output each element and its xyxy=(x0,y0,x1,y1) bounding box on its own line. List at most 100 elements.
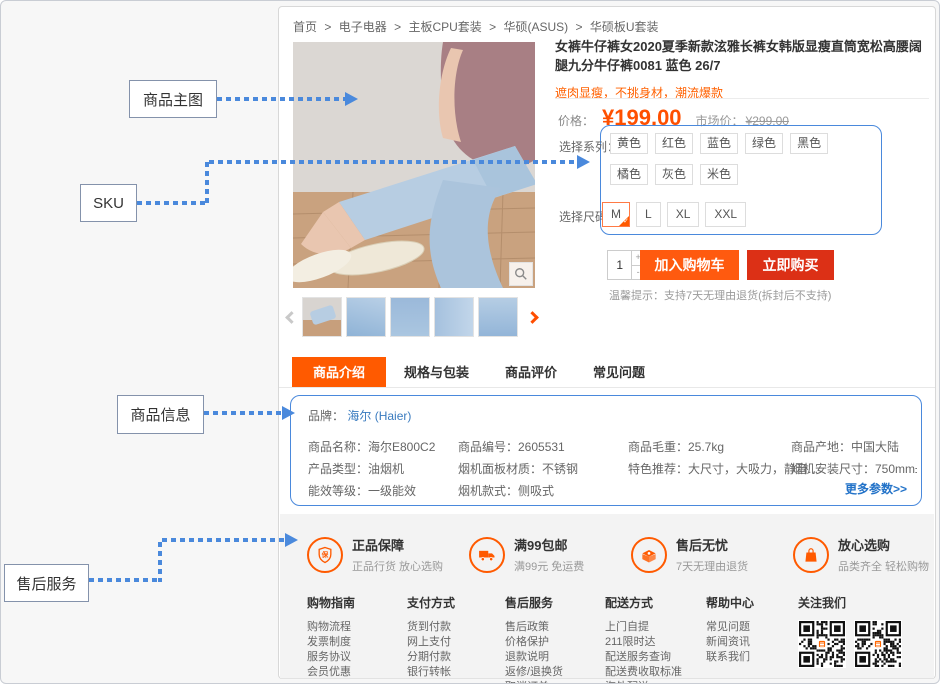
series-option-green[interactable]: 绿色 xyxy=(745,133,783,154)
footer-column-title: 配送方式 xyxy=(605,594,682,611)
qr-code xyxy=(798,620,846,668)
thumbs-next-icon[interactable] xyxy=(526,311,539,324)
footer-link[interactable]: 常见问题 xyxy=(706,620,754,635)
footer-column-delivery: 配送方式 上门自提 211限时达 配送服务查询 配送费收取标准 海外配送 xyxy=(605,594,682,684)
quantity-input[interactable]: 1 xyxy=(608,251,631,279)
size-options: M L XL XXL xyxy=(602,202,746,227)
footer-column-help: 帮助中心 常见问题 新闻资讯 联系我们 xyxy=(706,594,754,665)
shopping-bag-icon xyxy=(793,537,829,573)
series-option-blue[interactable]: 蓝色 xyxy=(700,133,738,154)
footer-link[interactable]: 售后政策 xyxy=(505,620,563,635)
footer-link[interactable]: 配送服务查询 xyxy=(605,650,682,665)
service-item-aftersale: 售后无忧 7天无理由退货 xyxy=(631,535,748,574)
service-item-shipping: 满99包邮 满99元 免运费 xyxy=(469,535,584,574)
footer-link[interactable]: 返修/退换货 xyxy=(505,665,563,680)
breadcrumb-item[interactable]: 电子电器 xyxy=(339,20,387,34)
spec-item: 烟机安装尺寸：750mm±50mm (烟... xyxy=(791,458,917,480)
breadcrumb: 首页 > 电子电器 > 主板CPU套装 > 华硕(ASUS) > 华硕板U套装 xyxy=(293,18,663,35)
footer-column-title: 支付方式 xyxy=(407,594,455,611)
thumbnail-1[interactable] xyxy=(302,297,342,337)
add-to-cart-button[interactable]: 加入购物车 xyxy=(640,250,739,280)
series-option-red[interactable]: 红色 xyxy=(655,133,693,154)
service-desc: 品类齐全 轻松购物 xyxy=(838,558,929,574)
footer-column-payment: 支付方式 货到付款 网上支付 分期付款 银行转帐 xyxy=(407,594,455,680)
breadcrumb-item[interactable]: 华硕(ASUS) xyxy=(503,20,568,34)
more-params-link[interactable]: 更多参数>> xyxy=(845,480,907,497)
annotation-arrow-line xyxy=(162,538,285,542)
footer-column-title: 关注我们 xyxy=(798,594,902,611)
zoom-magnifier-icon[interactable] xyxy=(509,262,533,286)
breadcrumb-separator: > xyxy=(324,20,331,34)
breadcrumb-item[interactable]: 首页 xyxy=(293,20,317,34)
svg-text:保: 保 xyxy=(321,550,329,559)
thumbnail-3[interactable] xyxy=(390,297,430,337)
buy-now-button[interactable]: 立即购买 xyxy=(747,250,834,280)
footer-link[interactable]: 货到付款 xyxy=(407,620,455,635)
price-label: 价格： xyxy=(558,112,594,129)
annotation-main-image-label: 商品主图 xyxy=(129,80,217,118)
thumbs-prev-icon[interactable] xyxy=(285,311,298,324)
spec-item: 特色推荐：大尺寸，大吸力，静音... xyxy=(628,458,818,480)
size-option-xxl[interactable]: XXL xyxy=(705,202,746,227)
tab-spec-package[interactable]: 规格与包装 xyxy=(386,357,487,387)
product-main-image[interactable] xyxy=(293,42,535,288)
spec-column: 商品编号：2605531 烟机面板材质：不锈钢 烟机款式：侧吸式 xyxy=(458,436,578,502)
breadcrumb-item: 华硕板U套装 xyxy=(590,20,659,34)
annotation-arrowhead xyxy=(345,92,358,106)
tab-reviews[interactable]: 商品评价 xyxy=(487,357,575,387)
footer-link[interactable]: 211限时达 xyxy=(605,635,682,650)
series-option-orange[interactable]: 橘色 xyxy=(610,164,648,185)
size-option-l[interactable]: L xyxy=(636,202,661,227)
annotation-arrowhead xyxy=(577,155,590,169)
footer-link[interactable]: 退款说明 xyxy=(505,650,563,665)
breadcrumb-item[interactable]: 主板CPU套装 xyxy=(408,20,481,34)
size-option-xl[interactable]: XL xyxy=(667,202,700,227)
footer-link[interactable]: 价格保护 xyxy=(505,635,563,650)
footer-link[interactable]: 会员优惠 xyxy=(307,665,355,680)
series-option-gray[interactable]: 灰色 xyxy=(655,164,693,185)
brand-link[interactable]: 海尔 (Haier) xyxy=(347,409,411,423)
service-desc: 满99元 免运费 xyxy=(514,558,584,574)
footer-link[interactable]: 分期付款 xyxy=(407,650,455,665)
tab-faq[interactable]: 常见问题 xyxy=(575,357,663,387)
footer-link[interactable]: 配送费收取标准 xyxy=(605,665,682,680)
series-option-yellow[interactable]: 黄色 xyxy=(610,133,648,154)
spec-item: 商品毛重：25.7kg xyxy=(628,436,818,458)
annotation-arrow-line xyxy=(209,160,577,164)
footer-link[interactable]: 发票制度 xyxy=(307,635,355,650)
spec-item: 烟机面板材质：不锈钢 xyxy=(458,458,578,480)
footer-link[interactable]: 服务协议 xyxy=(307,650,355,665)
series-option-beige[interactable]: 米色 xyxy=(700,164,738,185)
thumbnail-4[interactable] xyxy=(434,297,474,337)
footer-column-follow-us: 关注我们 xyxy=(798,594,902,668)
footer-link[interactable]: 银行转帐 xyxy=(407,665,455,680)
thumbnail-5[interactable] xyxy=(478,297,518,337)
spec-column: 商品毛重：25.7kg 特色推荐：大尺寸，大吸力，静音... xyxy=(628,436,818,480)
footer-link[interactable]: 联系我们 xyxy=(706,650,754,665)
thumbnail-strip xyxy=(287,295,543,339)
product-info-box: 品牌： 海尔 (Haier) 商品名称：海尔E800C2 产品类型：油烟机 能效… xyxy=(290,395,922,506)
spec-item: 产品类型：油烟机 xyxy=(308,458,435,480)
footer-link[interactable]: 上门自提 xyxy=(605,620,682,635)
divider xyxy=(555,98,929,99)
footer-link[interactable]: 新闻资讯 xyxy=(706,635,754,650)
breadcrumb-separator: > xyxy=(394,20,401,34)
footer-link[interactable]: 海外配送 xyxy=(605,680,682,684)
spec-item: 商品名称：海尔E800C2 xyxy=(308,436,435,458)
footer-link[interactable]: 取消订单 xyxy=(505,680,563,684)
truck-icon xyxy=(469,537,505,573)
series-option-black[interactable]: 黑色 xyxy=(790,133,828,154)
annotation-sku-label: SKU xyxy=(80,184,137,222)
annotation-arrow-line xyxy=(204,411,283,415)
brand-label: 品牌： xyxy=(308,409,344,423)
footer-link[interactable]: 购物流程 xyxy=(307,620,355,635)
footer-link[interactable]: 网上支付 xyxy=(407,635,455,650)
service-item-easy-shop: 放心选购 品类齐全 轻松购物 xyxy=(793,535,929,574)
product-page-panel: 首页 > 电子电器 > 主板CPU套装 > 华硕(ASUS) > 华硕板U套装 xyxy=(278,6,936,679)
service-title: 满99包邮 xyxy=(514,535,584,554)
tab-product-intro[interactable]: 商品介绍 xyxy=(292,357,386,387)
service-title: 放心选购 xyxy=(838,535,929,554)
size-option-m[interactable]: M xyxy=(602,202,630,227)
service-title: 正品保障 xyxy=(352,535,443,554)
thumbnail-2[interactable] xyxy=(346,297,386,337)
